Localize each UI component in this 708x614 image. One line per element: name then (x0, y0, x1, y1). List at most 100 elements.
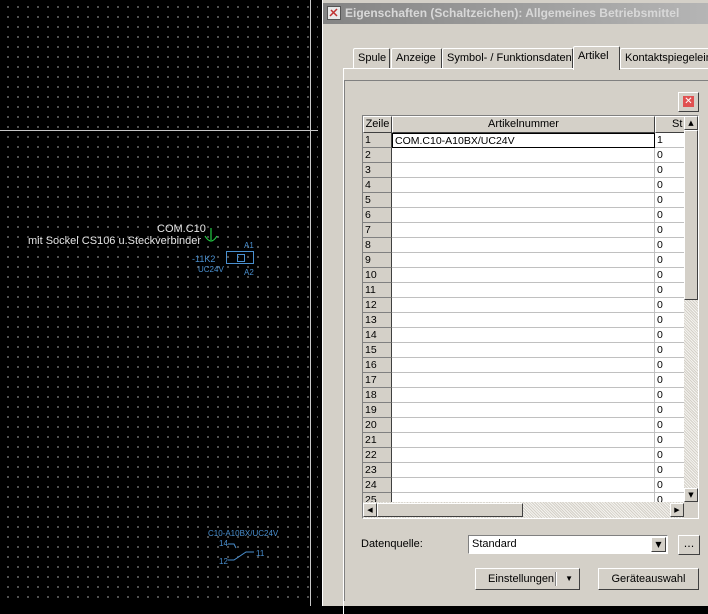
settings-button[interactable]: Einstellungen ▼ (475, 568, 580, 590)
vertical-scroll-thumb[interactable] (684, 130, 698, 300)
article-number-cell[interactable] (392, 313, 655, 328)
dialog-titlebar[interactable]: Eigenschaften (Schaltzeichen): Allgemein… (323, 3, 708, 24)
cad-canvas[interactable]: COM.C10 mit Sockel CS106 u.Steckverbinde… (0, 0, 318, 606)
row-number[interactable]: 3 (363, 163, 392, 178)
article-grid[interactable]: Zeile Artikelnummer St 1 COM.C10-A10BX/UC… (362, 115, 699, 519)
horizontal-scroll-thumb[interactable] (377, 503, 523, 517)
article-number-cell[interactable] (392, 148, 655, 163)
table-row[interactable]: 22 0 (363, 448, 698, 463)
tab-symbol-funktionsdaten[interactable]: Symbol- / Funktionsdaten (442, 48, 573, 68)
table-row[interactable]: 12 0 (363, 298, 698, 313)
scroll-up-button[interactable]: ▲ (684, 116, 698, 130)
row-number[interactable]: 20 (363, 418, 392, 433)
tab-artikel[interactable]: Artikel (573, 46, 620, 70)
article-number-cell[interactable] (392, 163, 655, 178)
article-number-cell[interactable] (392, 448, 655, 463)
row-number[interactable]: 16 (363, 358, 392, 373)
article-number-cell[interactable] (392, 238, 655, 253)
row-number[interactable]: 1 (363, 133, 392, 148)
dropdown-arrow-icon[interactable]: ▼ (565, 569, 573, 589)
row-number[interactable]: 21 (363, 433, 392, 448)
table-row[interactable]: 21 0 (363, 433, 698, 448)
row-number[interactable]: 14 (363, 328, 392, 343)
table-row[interactable]: 20 (363, 148, 698, 163)
header-artikelnummer[interactable]: Artikelnummer (392, 116, 655, 133)
scroll-down-button[interactable]: ▼ (684, 488, 698, 502)
row-number[interactable]: 12 (363, 298, 392, 313)
datasource-browse-button[interactable]: ... (678, 535, 700, 555)
tab-spule[interactable]: Spule (353, 48, 390, 68)
table-row[interactable]: 80 (363, 238, 698, 253)
chevron-down-icon[interactable]: ▼ (651, 537, 666, 552)
table-row[interactable]: 60 (363, 208, 698, 223)
device-select-button[interactable]: Geräteauswahl (598, 568, 699, 590)
article-number-cell[interactable]: COM.C10-A10BX/UC24V (392, 133, 655, 148)
article-number-cell[interactable] (392, 223, 655, 238)
article-number-cell[interactable] (392, 178, 655, 193)
row-number[interactable]: 18 (363, 388, 392, 403)
row-number[interactable]: 15 (363, 343, 392, 358)
row-number[interactable]: 13 (363, 313, 392, 328)
article-number-cell[interactable] (392, 358, 655, 373)
table-row[interactable]: 1 COM.C10-A10BX/UC24V 1 (363, 133, 698, 148)
table-row[interactable]: 23 0 (363, 463, 698, 478)
datasource-select[interactable]: Standard ▼ (468, 535, 668, 554)
row-number[interactable]: 5 (363, 193, 392, 208)
row-number[interactable]: 6 (363, 208, 392, 223)
article-number-cell[interactable] (392, 208, 655, 223)
table-row[interactable]: 11 0 (363, 283, 698, 298)
table-row[interactable]: 14 0 (363, 328, 698, 343)
coil-symbol[interactable] (226, 251, 254, 264)
article-number-cell[interactable] (392, 253, 655, 268)
article-number-cell[interactable] (392, 373, 655, 388)
row-number[interactable]: 9 (363, 253, 392, 268)
table-row[interactable]: 24 0 (363, 478, 698, 493)
article-number-cell[interactable] (392, 343, 655, 358)
table-row[interactable]: 30 (363, 163, 698, 178)
scroll-right-button[interactable]: ▶ (670, 503, 684, 517)
row-number[interactable]: 23 (363, 463, 392, 478)
row-number[interactable]: 10 (363, 268, 392, 283)
article-number-cell[interactable] (392, 193, 655, 208)
row-number[interactable]: 8 (363, 238, 392, 253)
table-row[interactable]: 40 (363, 178, 698, 193)
contact-symbol-icon[interactable] (226, 540, 256, 564)
row-number[interactable]: 7 (363, 223, 392, 238)
table-row[interactable]: 70 (363, 223, 698, 238)
table-row[interactable]: 18 0 (363, 388, 698, 403)
table-row[interactable]: 17 0 (363, 373, 698, 388)
article-number-cell[interactable] (392, 283, 655, 298)
scroll-left-button[interactable]: ◀ (363, 503, 377, 517)
tab-kontaktspiegel[interactable]: Kontaktspiegeleins (620, 48, 708, 68)
table-row[interactable]: 90 (363, 253, 698, 268)
article-number-cell[interactable] (392, 328, 655, 343)
header-zeile[interactable]: Zeile (363, 116, 392, 133)
grid-vertical-scrollbar[interactable]: ▲ ▼ (684, 116, 698, 502)
grid-horizontal-scrollbar[interactable]: ◀ ▶ (363, 502, 684, 518)
row-number[interactable]: 22 (363, 448, 392, 463)
table-row[interactable]: 15 0 (363, 343, 698, 358)
article-number-cell[interactable] (392, 433, 655, 448)
table-row[interactable]: 16 0 (363, 358, 698, 373)
delete-row-button[interactable]: ✕ (678, 92, 699, 112)
tab-anzeige[interactable]: Anzeige (391, 48, 442, 68)
row-number[interactable]: 2 (363, 148, 392, 163)
article-number-cell[interactable] (392, 418, 655, 433)
row-number[interactable]: 19 (363, 403, 392, 418)
row-number[interactable]: 24 (363, 478, 392, 493)
row-number[interactable]: 17 (363, 373, 392, 388)
table-row[interactable]: 10 0 (363, 268, 698, 283)
datasource-label-text: Datenquelle: (361, 538, 423, 550)
table-row[interactable]: 13 0 (363, 313, 698, 328)
table-row[interactable]: 20 0 (363, 418, 698, 433)
article-number-cell[interactable] (392, 388, 655, 403)
article-number-cell[interactable] (392, 298, 655, 313)
article-number-cell[interactable] (392, 268, 655, 283)
article-number-cell[interactable] (392, 478, 655, 493)
row-number[interactable]: 11 (363, 283, 392, 298)
table-row[interactable]: 19 0 (363, 403, 698, 418)
row-number[interactable]: 4 (363, 178, 392, 193)
table-row[interactable]: 50 (363, 193, 698, 208)
article-number-cell[interactable] (392, 403, 655, 418)
article-number-cell[interactable] (392, 463, 655, 478)
